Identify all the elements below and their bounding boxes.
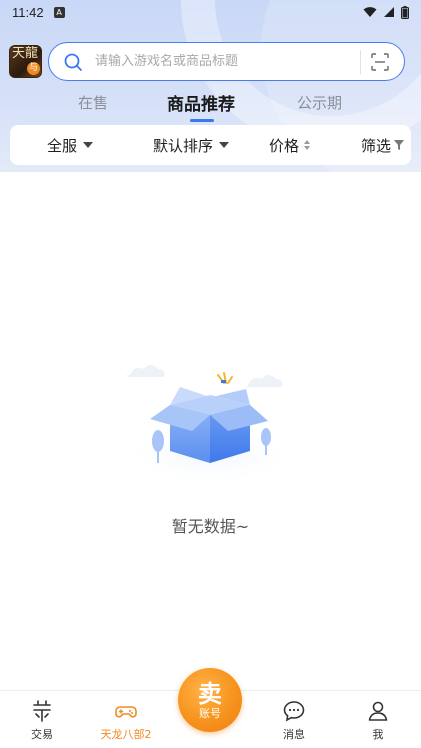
filter-sort-label: 默认排序 [153,136,214,155]
sell-account-button[interactable]: 卖 账号 [178,668,242,732]
filter-server[interactable]: 全服 [47,125,94,165]
gamepad-icon [115,706,137,718]
search-row: 天龍 与 [0,42,421,82]
nav-label-messages: 消息 [283,728,305,741]
sell-button-subtitle: 账号 [199,706,221,720]
tab-active-indicator [190,119,214,122]
search-divider [360,50,361,74]
status-time: 11:42 [12,4,44,20]
battery-icon [401,5,409,19]
status-bar: 11:42 A [0,0,421,24]
search-icon [64,53,82,71]
filter-more-label: 筛选 [361,136,392,155]
empty-state-message: 暂无数据~ [171,517,250,536]
signal-icon [384,7,394,17]
status-icons [363,5,409,19]
filter-more[interactable]: 筛选 [361,125,405,165]
nav-item-me[interactable]: 我 [336,699,420,742]
notification-icon: A [53,6,65,18]
tab-on-sale[interactable]: 在售 [78,92,108,113]
trade-icon [33,700,51,722]
nav-label-trade: 交易 [31,728,53,741]
search-box[interactable] [48,42,405,81]
tab-recommended[interactable]: 商品推荐 [167,90,235,115]
tab-bar: 在售 商品推荐 公示期 [0,88,421,124]
filter-server-label: 全服 [47,136,78,155]
nav-item-trade[interactable]: 交易 [0,699,84,742]
wifi-icon [363,7,377,17]
caret-down-icon [219,142,230,148]
filter-price[interactable]: 价格 [269,125,311,165]
game-avatar[interactable]: 天龍 与 [9,45,42,78]
sort-arrows-icon [304,140,311,150]
sell-button-title: 卖 [198,679,222,708]
funnel-icon [394,140,405,150]
filter-sort[interactable]: 默认排序 [153,125,230,165]
empty-box-illustration [125,365,295,485]
filter-price-label: 价格 [269,136,300,155]
filter-bar: 全服 默认排序 价格 筛选 [10,125,411,165]
nav-label-game: 天龙八部2 [100,728,152,741]
nav-item-game[interactable]: 天龙八部2 [84,699,168,742]
caret-down-icon [83,142,94,148]
game-avatar-glyph: 天龍 [12,46,39,61]
nav-label-me: 我 [372,728,384,741]
tab-public-period[interactable]: 公示期 [297,92,342,113]
nav-item-messages[interactable]: 消息 [252,699,336,742]
game-avatar-badge: 与 [27,62,40,75]
search-input[interactable] [95,46,345,77]
user-icon [368,701,388,721]
scan-icon[interactable] [371,53,389,71]
chat-icon [283,701,305,722]
